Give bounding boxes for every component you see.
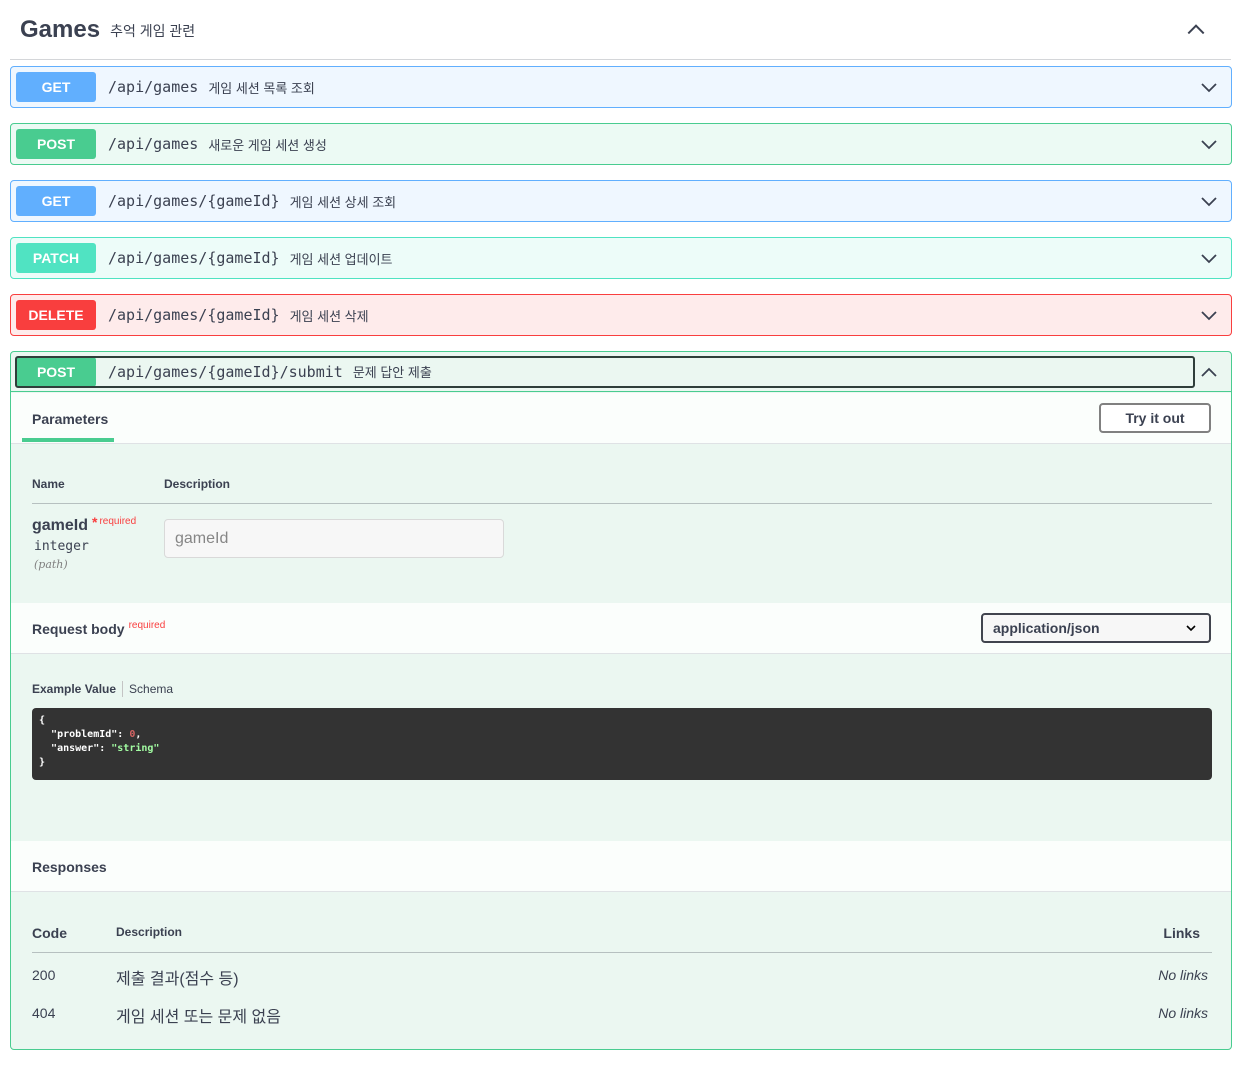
chevron-down-icon[interactable] xyxy=(1199,77,1219,97)
example-tabs: Example Value Schema xyxy=(32,681,173,697)
gameid-input[interactable] xyxy=(164,519,504,558)
code-brace-close: } xyxy=(39,757,46,768)
response-code: 404 xyxy=(32,1005,56,1021)
param-name: gameId * required xyxy=(32,514,137,535)
method-badge: GET xyxy=(16,72,96,102)
operation-summary[interactable]: DELETE /api/games/{gameId} 게임 세션 삭제 xyxy=(11,295,1231,335)
request-body-section-header: Request body required application/json xyxy=(11,603,1231,654)
method-badge: POST xyxy=(16,356,96,387)
method-badge: PATCH xyxy=(16,243,96,273)
operation-summary[interactable]: POST /api/games/{gameId}/submit 문제 답안 제출 xyxy=(11,352,1231,392)
tab-parameters[interactable]: Parameters xyxy=(22,393,114,442)
required-star: * xyxy=(92,514,98,530)
operation-summary-text: 게임 세션 삭제 xyxy=(289,308,369,324)
tab-divider xyxy=(122,681,124,697)
request-body-title: Request body required xyxy=(32,620,166,637)
operation-path: /api/games/{gameId} xyxy=(108,249,280,267)
request-body-title-text: Request body xyxy=(32,621,125,637)
method-badge: POST xyxy=(16,129,96,159)
operation-post-submit: POST /api/games/{gameId}/submit 문제 답안 제출… xyxy=(10,351,1232,1050)
column-header-description: Description xyxy=(164,477,231,491)
tag-title: Games xyxy=(20,15,101,43)
param-type: integer xyxy=(34,539,89,554)
operation-path: /api/games xyxy=(108,78,199,96)
operation-path: /api/games/{gameId} xyxy=(108,306,280,324)
divider xyxy=(32,952,1212,953)
responses-title: Responses xyxy=(32,859,107,875)
tag-header[interactable]: Games 추억 게임 관련 xyxy=(10,0,1231,60)
response-description: 제출 결과(점수 등) xyxy=(116,971,239,988)
response-links: No links xyxy=(1158,1005,1208,1021)
response-links: No links xyxy=(1158,967,1208,983)
operation-summary-text: 문제 답안 제출 xyxy=(352,365,432,380)
operation-summary[interactable]: POST /api/games 새로운 게임 세션 생성 xyxy=(11,124,1231,164)
try-it-out-button[interactable]: Try it out xyxy=(1099,403,1211,433)
chevron-up-icon[interactable] xyxy=(1185,18,1207,40)
required-label: required xyxy=(99,516,137,527)
operation-summary[interactable]: GET /api/games 게임 세션 목록 조회 xyxy=(11,67,1231,107)
chevron-up-icon[interactable] xyxy=(1199,362,1219,382)
content-type-select[interactable]: application/json xyxy=(981,613,1211,643)
operation-get-game-detail[interactable]: GET /api/games/{gameId} 게임 세션 상세 조회 xyxy=(10,180,1232,222)
response-row: 404 게임 세션 또는 문제 없음 No links xyxy=(11,1002,1231,1040)
code-value-problemid: 0 xyxy=(129,729,136,740)
param-location: (path) xyxy=(34,558,68,571)
column-header-links: Links xyxy=(1163,925,1200,941)
operation-patch-game[interactable]: PATCH /api/games/{gameId} 게임 세션 업데이트 xyxy=(10,237,1232,279)
tab-example-value[interactable]: Example Value xyxy=(32,682,116,696)
method-badge: GET xyxy=(16,186,96,216)
chevron-down-icon[interactable] xyxy=(1199,191,1219,211)
column-header-name: Name xyxy=(32,477,65,491)
operation-summary-text: 게임 세션 목록 조회 xyxy=(208,80,315,96)
tab-schema[interactable]: Schema xyxy=(129,682,173,696)
chevron-down-icon[interactable] xyxy=(1199,248,1219,268)
code-key-problemid: "problemId" xyxy=(51,729,118,740)
operation-summary-text: 게임 세션 업데이트 xyxy=(289,251,393,267)
code-value-answer: "string" xyxy=(111,743,160,754)
example-code-block: { "problemId": 0, "answer": "string" } xyxy=(32,708,1212,780)
divider xyxy=(32,503,1212,504)
chevron-down-icon[interactable] xyxy=(1199,305,1219,325)
operation-summary-text: 게임 세션 상세 조회 xyxy=(289,194,397,210)
column-header-code: Code xyxy=(32,925,67,941)
operation-post-games[interactable]: POST /api/games 새로운 게임 세션 생성 xyxy=(10,123,1232,165)
responses-section-header: Responses xyxy=(11,841,1231,892)
code-key-answer: "answer" xyxy=(51,743,100,754)
param-name-text: gameId xyxy=(32,517,89,534)
chevron-down-icon xyxy=(1186,625,1196,632)
parameters-section-header: Parameters Try it out xyxy=(11,393,1231,444)
operation-get-games[interactable]: GET /api/games 게임 세션 목록 조회 xyxy=(10,66,1232,108)
operation-summary[interactable]: GET /api/games/{gameId} 게임 세션 상세 조회 xyxy=(11,181,1231,221)
column-header-description: Description xyxy=(116,925,183,939)
operation-path: /api/games/{gameId}/submit xyxy=(108,362,343,381)
tag-description: 추억 게임 관련 xyxy=(110,22,196,39)
operation-summary[interactable]: PATCH /api/games/{gameId} 게임 세션 업데이트 xyxy=(11,238,1231,278)
response-code: 200 xyxy=(32,967,56,983)
operation-delete-game[interactable]: DELETE /api/games/{gameId} 게임 세션 삭제 xyxy=(10,294,1232,336)
required-label: required xyxy=(128,620,166,631)
operation-path: /api/games/{gameId} xyxy=(108,192,280,210)
operation-summary-text: 새로운 게임 세션 생성 xyxy=(208,137,327,153)
operation-path: /api/games xyxy=(108,135,199,153)
response-row: 200 제출 결과(점수 등) No links xyxy=(11,964,1231,1002)
chevron-down-icon[interactable] xyxy=(1199,134,1219,154)
code-brace-open: { xyxy=(39,715,46,726)
method-badge: DELETE xyxy=(16,300,96,330)
content-type-value: application/json xyxy=(993,620,1100,636)
response-description: 게임 세션 또는 문제 없음 xyxy=(116,1009,281,1026)
